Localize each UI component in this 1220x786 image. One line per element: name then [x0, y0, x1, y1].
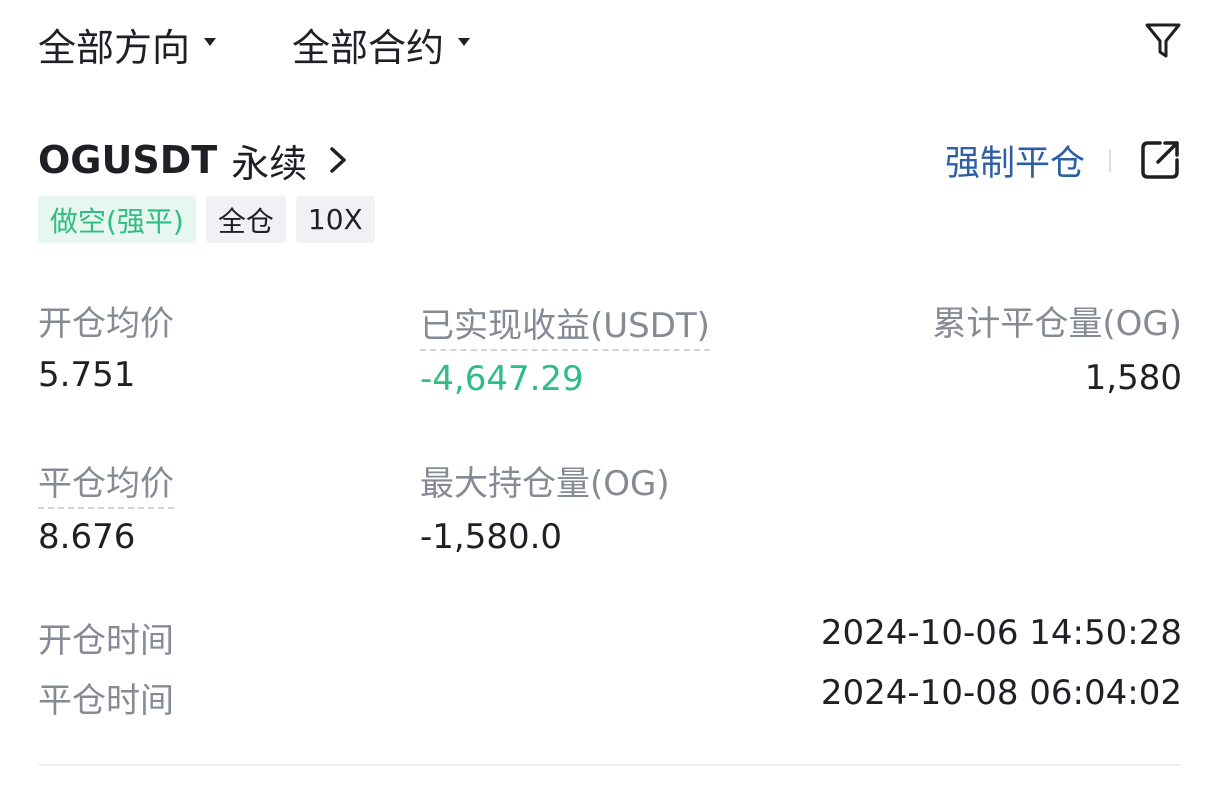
close-avg-price-label[interactable]: 平仓均价: [38, 456, 174, 509]
direction-filter-label: 全部方向: [38, 25, 191, 70]
leverage-tag: 10X: [295, 196, 375, 243]
direction-filter-dropdown[interactable]: 全部方向: [38, 14, 217, 74]
caret-down-icon: [458, 38, 471, 46]
close-avg-price-value: 8.676: [38, 517, 136, 557]
symbol-name: OGUSDT: [38, 138, 218, 182]
max-position-value: -1,580.0: [420, 517, 563, 557]
symbol-suffix: 永续: [231, 141, 308, 186]
symbol-link[interactable]: OGUSDT 永续: [38, 132, 349, 188]
open-time-label: 开仓时间: [38, 621, 174, 661]
closed-volume-value: 1,580: [1084, 358, 1182, 398]
divider: [1109, 150, 1111, 172]
direction-tag: 做空(强平): [38, 196, 196, 243]
contract-filter-dropdown[interactable]: 全部合约: [292, 14, 471, 74]
open-time-value: 2024-10-06 14:50:28: [820, 613, 1182, 653]
bottom-divider: [38, 764, 1182, 766]
open-avg-price-value: 5.751: [38, 355, 136, 395]
max-position-label: 最大持仓量(OG): [420, 464, 670, 504]
caret-down-icon: [204, 38, 217, 46]
funnel-icon[interactable]: [1144, 20, 1182, 62]
realized-pnl-label[interactable]: 已实现收益(USDT): [420, 298, 710, 351]
position-tags: 做空(强平) 全仓 10X: [38, 196, 375, 243]
close-time-label: 平仓时间: [38, 681, 174, 721]
external-link-icon[interactable]: [1138, 138, 1182, 182]
open-avg-price-label: 开仓均价: [38, 304, 174, 344]
contract-filter-label: 全部合约: [292, 25, 445, 70]
force-close-link[interactable]: 强制平仓: [945, 132, 1085, 188]
closed-volume-label: 累计平仓量(OG): [932, 304, 1182, 344]
realized-pnl-value: -4,647.29: [420, 359, 584, 399]
margin-mode-tag: 全仓: [205, 196, 286, 243]
chevron-right-icon: [330, 147, 346, 173]
filter-bar: 全部方向 全部合约: [38, 14, 1182, 74]
close-time-value: 2024-10-08 06:04:02: [820, 673, 1182, 713]
